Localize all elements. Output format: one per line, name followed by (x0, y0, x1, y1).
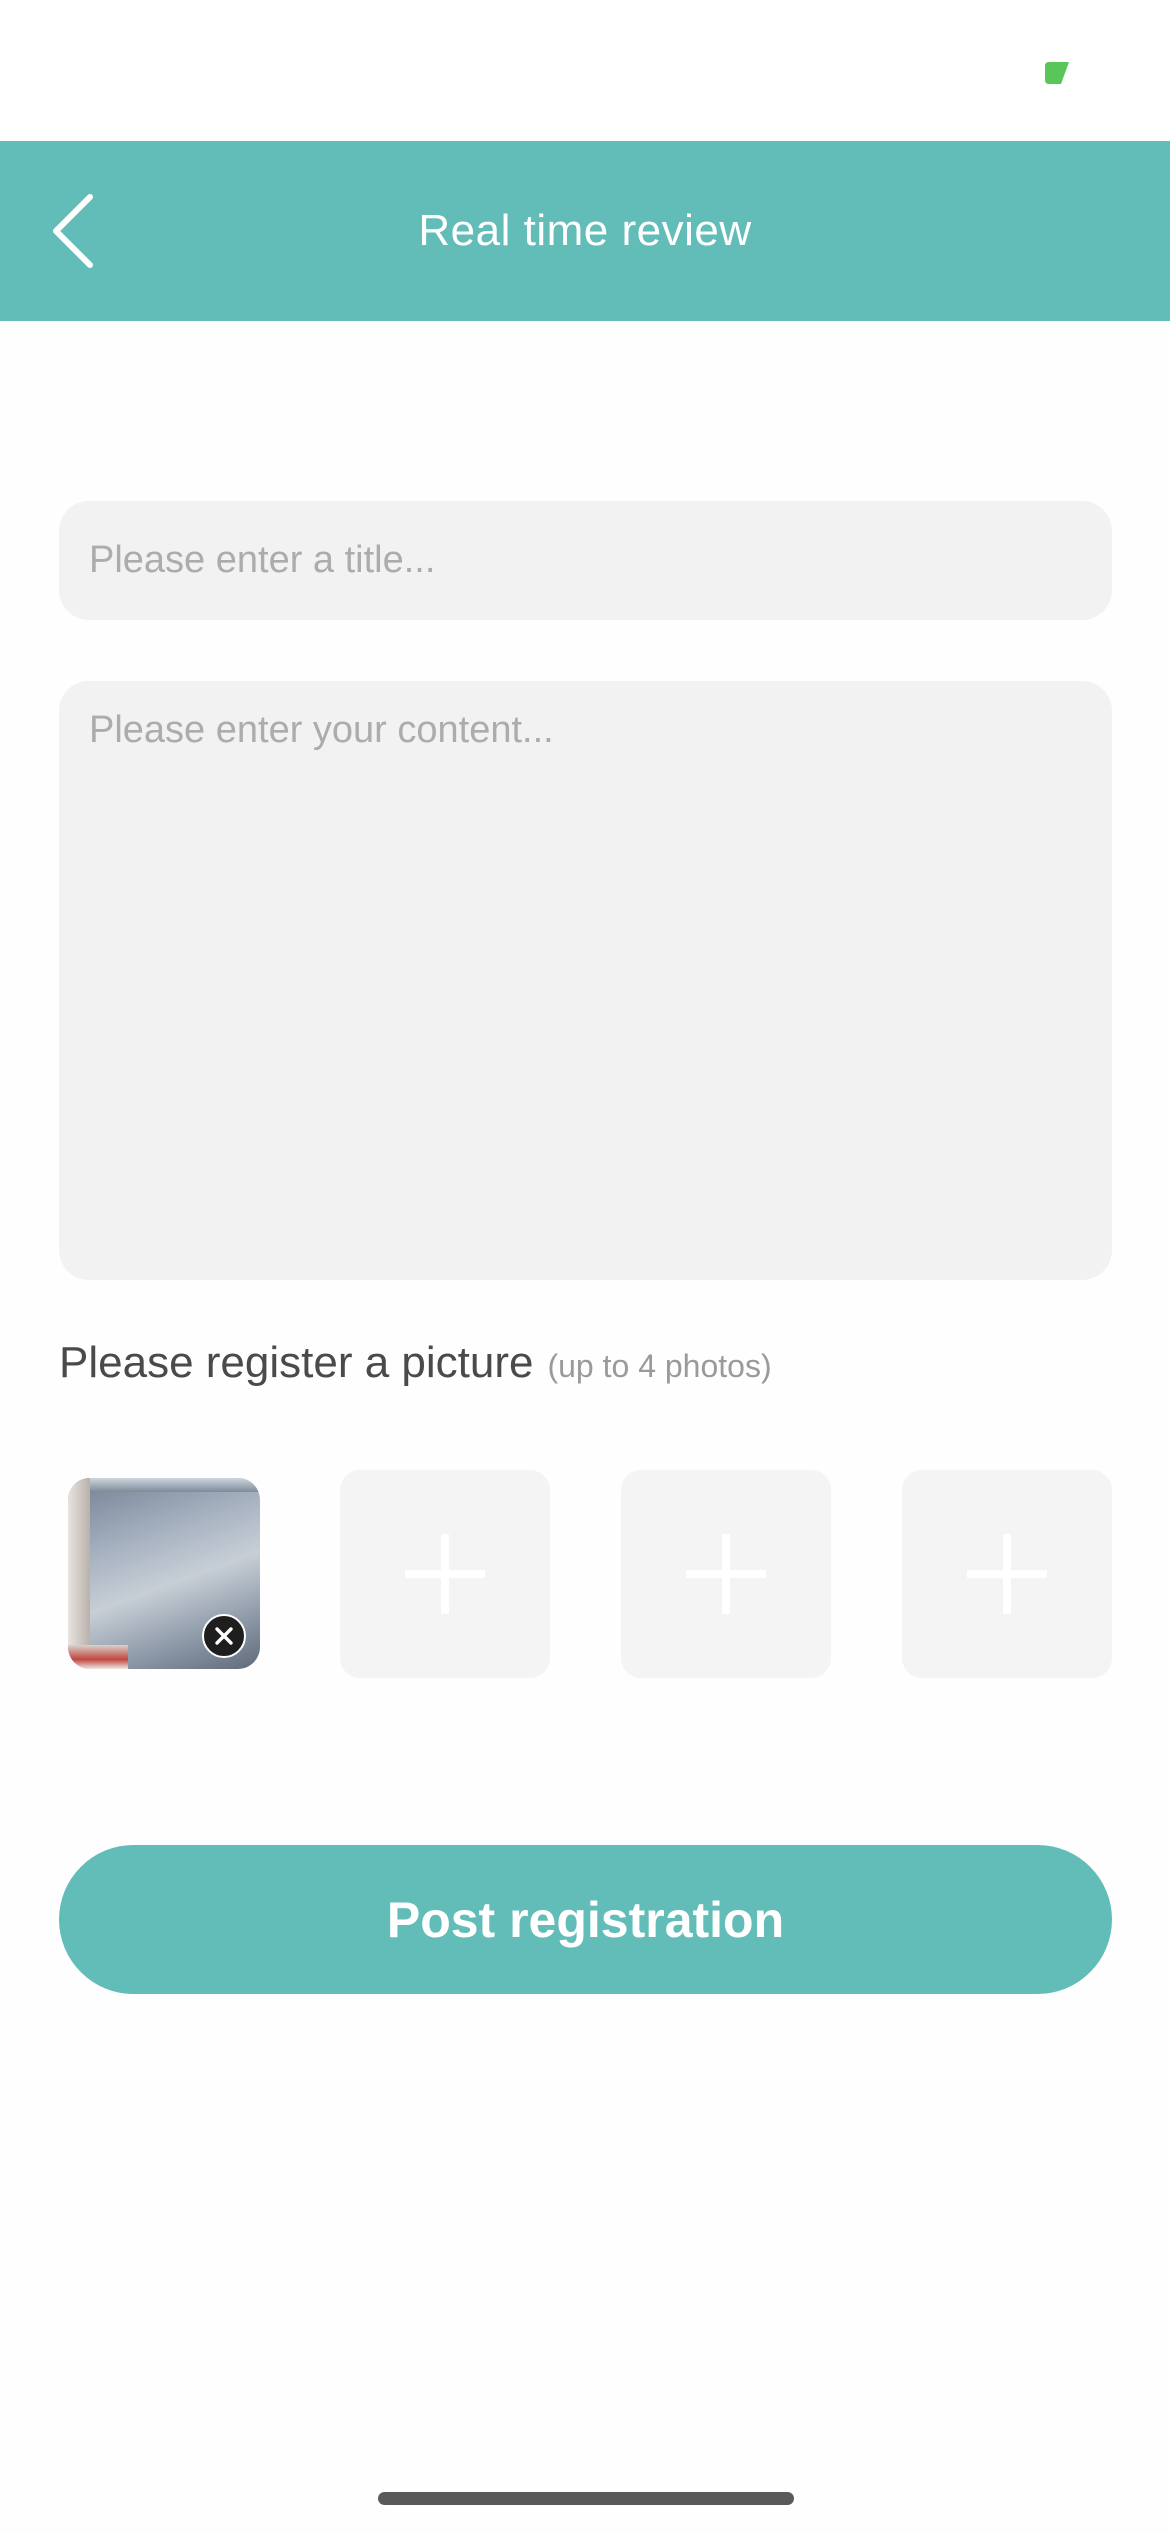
remove-photo-button[interactable] (202, 1614, 246, 1658)
add-photo-slot[interactable] (902, 1470, 1112, 1678)
title-input[interactable] (59, 501, 1112, 620)
close-icon (215, 1627, 233, 1645)
screen: Real time review Please register a pictu… (0, 0, 1170, 2532)
add-photo-slot[interactable] (621, 1470, 831, 1678)
page-title: Real time review (418, 206, 752, 255)
photo-detail (68, 1645, 128, 1669)
back-button[interactable] (50, 181, 150, 281)
chevron-left-icon (53, 194, 93, 268)
add-photo-slot[interactable] (340, 1470, 550, 1678)
plus-icon (686, 1534, 766, 1614)
home-indicator (378, 2492, 794, 2505)
photo-detail (90, 1478, 260, 1492)
photo-detail (68, 1478, 90, 1669)
picture-limit-note: (up to 4 photos) (547, 1348, 772, 1384)
plus-icon (405, 1534, 485, 1614)
status-bar (0, 0, 1170, 141)
picture-label: Please register a picture (59, 1338, 534, 1387)
content-textarea[interactable] (59, 681, 1112, 1280)
app-header: Real time review (0, 141, 1170, 321)
picture-section-label: Please register a picture (up to 4 photo… (59, 1338, 1112, 1398)
plus-icon (967, 1534, 1047, 1614)
post-registration-button[interactable]: Post registration (59, 1845, 1112, 1994)
status-indicator-icon (1045, 62, 1069, 84)
